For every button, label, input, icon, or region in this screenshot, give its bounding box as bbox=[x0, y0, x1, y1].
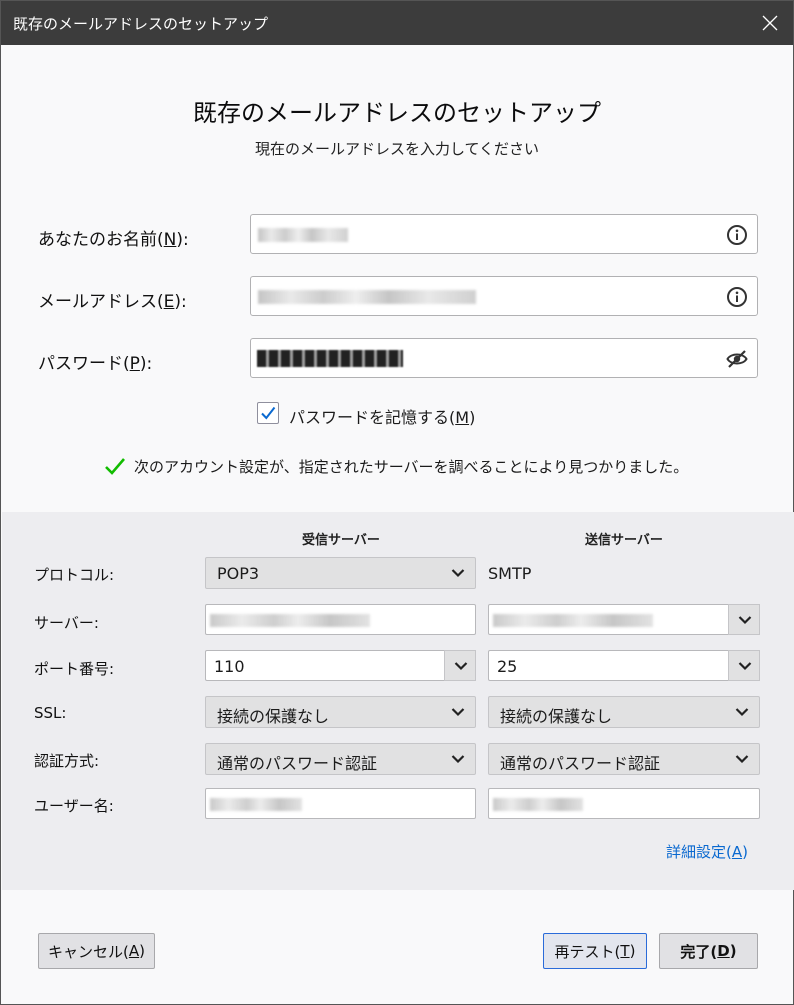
chevron-down-icon bbox=[738, 662, 752, 671]
incoming-auth-value: 通常のパスワード認証 bbox=[217, 754, 378, 773]
done-button[interactable]: 完了(D) bbox=[659, 933, 758, 969]
cancel-button[interactable]: キャンセル(A) bbox=[38, 933, 155, 969]
redacted-name bbox=[258, 228, 348, 242]
name-label: あなたのお名前(N): bbox=[38, 230, 189, 250]
incoming-port-input[interactable]: 110 bbox=[205, 650, 476, 681]
window-title: 既存のメールアドレスのセットアップ bbox=[13, 15, 269, 33]
port-label: ポート番号: bbox=[34, 660, 115, 678]
incoming-auth-select[interactable]: 通常のパスワード認証 bbox=[205, 743, 476, 775]
outgoing-ssl-select[interactable]: 接続の保護なし bbox=[488, 696, 760, 728]
chevron-down-icon bbox=[454, 662, 468, 671]
outgoing-auth-value: 通常のパスワード認証 bbox=[500, 754, 661, 773]
incoming-protocol-value: POP3 bbox=[217, 564, 260, 583]
server-label: サーバー: bbox=[34, 614, 99, 632]
page-title: 既存のメールアドレスのセットアップ bbox=[193, 99, 601, 127]
incoming-port-value: 110 bbox=[214, 657, 245, 676]
outgoing-port-input[interactable]: 25 bbox=[488, 650, 760, 681]
redacted-incoming-username bbox=[210, 798, 302, 811]
chevron-down-icon bbox=[451, 708, 465, 717]
eye-slash-icon[interactable] bbox=[726, 348, 748, 370]
outgoing-port-value: 25 bbox=[497, 657, 518, 676]
status-text: 次のアカウント設定が、指定されたサーバーを調べることにより見つかりました。 bbox=[134, 458, 689, 476]
incoming-ssl-select[interactable]: 接続の保護なし bbox=[205, 696, 476, 728]
setup-dialog: 既存のメールアドレスのセットアップ 既存のメールアドレスのセットアップ 現在のメ… bbox=[0, 0, 794, 1005]
checkmark-icon bbox=[105, 458, 125, 475]
remember-password-checkbox[interactable] bbox=[257, 402, 279, 424]
protocol-label: プロトコル: bbox=[34, 566, 115, 584]
redacted-email bbox=[258, 290, 476, 304]
page-subtitle: 現在のメールアドレスを入力してください bbox=[254, 140, 540, 158]
email-input[interactable] bbox=[250, 276, 758, 316]
username-label: ユーザー名: bbox=[34, 797, 114, 815]
ssl-label: SSL: bbox=[34, 704, 67, 722]
chevron-down-icon bbox=[738, 616, 752, 625]
chevron-down-icon bbox=[451, 569, 465, 578]
outgoing-auth-select[interactable]: 通常のパスワード認証 bbox=[488, 743, 760, 775]
name-input[interactable] bbox=[250, 214, 758, 254]
email-label: メールアドレス(E): bbox=[38, 292, 187, 312]
redacted-incoming-server bbox=[210, 614, 370, 627]
outgoing-server-header: 送信サーバー bbox=[585, 533, 663, 548]
incoming-server-header: 受信サーバー bbox=[302, 533, 380, 548]
checkmark-icon bbox=[261, 406, 276, 420]
close-button[interactable] bbox=[747, 1, 793, 45]
incoming-port-dropdown-button[interactable] bbox=[444, 650, 476, 681]
incoming-server-input[interactable] bbox=[205, 604, 476, 635]
outgoing-port-dropdown-button[interactable] bbox=[728, 650, 760, 681]
incoming-ssl-value: 接続の保護なし bbox=[217, 707, 330, 726]
redacted-outgoing-username bbox=[493, 798, 583, 811]
chevron-down-icon bbox=[451, 755, 465, 764]
retest-button[interactable]: 再テスト(T) bbox=[543, 933, 647, 969]
password-input[interactable] bbox=[250, 338, 758, 378]
close-icon bbox=[762, 15, 778, 31]
outgoing-username-input[interactable] bbox=[488, 788, 760, 819]
incoming-protocol-select[interactable]: POP3 bbox=[205, 557, 476, 589]
info-icon[interactable] bbox=[726, 224, 748, 246]
password-mask bbox=[257, 350, 403, 367]
outgoing-protocol-value: SMTP bbox=[488, 564, 532, 583]
title-bar: 既存のメールアドレスのセットアップ bbox=[1, 1, 793, 45]
info-icon[interactable] bbox=[726, 286, 748, 308]
incoming-username-input[interactable] bbox=[205, 788, 476, 819]
auth-label: 認証方式: bbox=[34, 752, 100, 770]
outgoing-server-dropdown-button[interactable] bbox=[728, 604, 760, 635]
password-label: パスワード(P): bbox=[38, 354, 153, 374]
advanced-settings-link[interactable]: 詳細設定(A) bbox=[666, 841, 748, 862]
redacted-outgoing-server bbox=[493, 614, 653, 627]
chevron-down-icon bbox=[735, 755, 749, 764]
outgoing-ssl-value: 接続の保護なし bbox=[500, 707, 613, 726]
outgoing-server-input[interactable] bbox=[488, 604, 760, 635]
remember-password-label: パスワードを記憶する(M) bbox=[289, 408, 476, 427]
chevron-down-icon bbox=[735, 708, 749, 717]
